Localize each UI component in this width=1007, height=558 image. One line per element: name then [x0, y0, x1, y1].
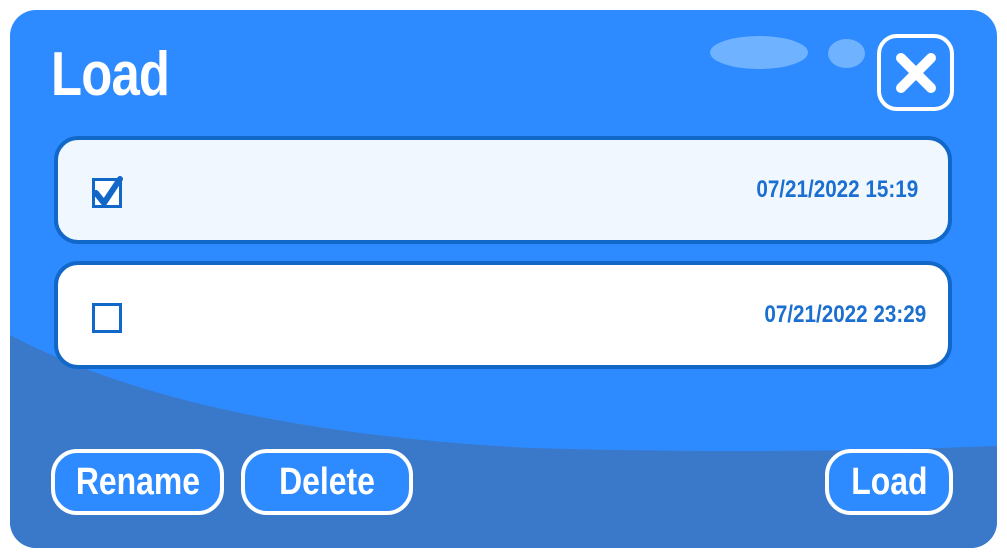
save-timestamp: 07/21/2022 15:19: [756, 176, 918, 203]
close-x-icon: [895, 52, 936, 93]
decorative-dot: [828, 39, 865, 68]
close-button[interactable]: [877, 34, 954, 111]
dialog-title: Load: [51, 40, 170, 109]
load-dialog: Load 07/21/2022 15:19 07/21/2022 23:29 R…: [10, 10, 997, 548]
load-button-label: Load: [850, 460, 928, 503]
save-slot-checkbox[interactable]: [92, 176, 123, 208]
rename-button-label: Rename: [75, 460, 200, 503]
save-slot-row[interactable]: 07/21/2022 23:29: [54, 261, 952, 369]
delete-button[interactable]: Delete: [241, 449, 413, 515]
save-timestamp: 07/21/2022 23:29: [764, 301, 926, 328]
save-slot-row[interactable]: 07/21/2022 15:19: [54, 136, 952, 244]
decorative-bubble: [710, 36, 808, 69]
save-slot-checkbox[interactable]: [92, 303, 122, 333]
load-button[interactable]: Load: [825, 449, 953, 515]
delete-button-label: Delete: [279, 460, 375, 503]
checkmark-icon: [93, 176, 123, 206]
rename-button[interactable]: Rename: [51, 449, 224, 515]
